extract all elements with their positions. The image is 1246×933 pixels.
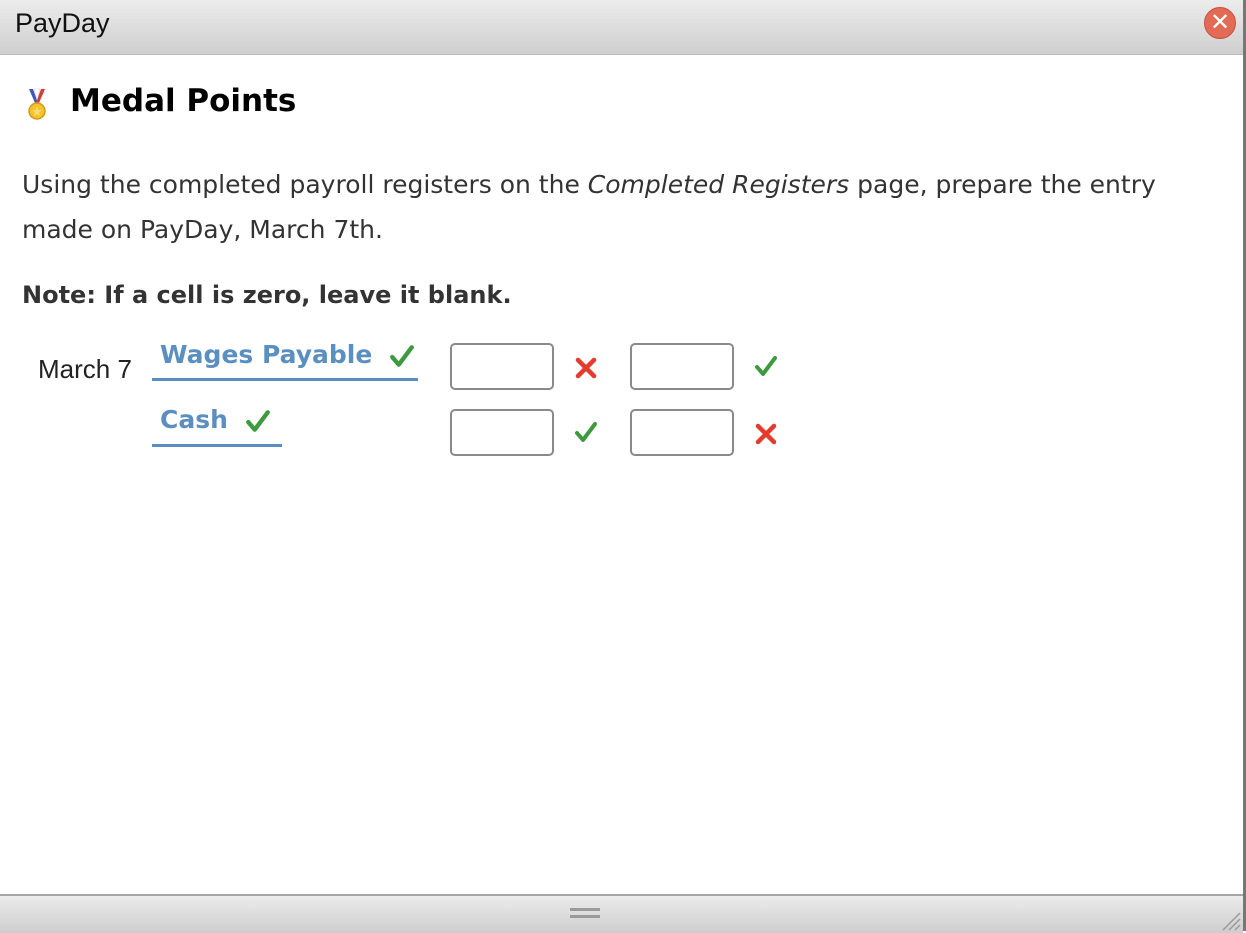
completed-registers-reference: Completed Registers [587,170,850,199]
account-label: Wages Payable [160,340,373,369]
debit-input-cash[interactable] [450,409,554,456]
correct-check-icon [245,410,270,432]
instructions-part: Using the completed payroll registers on… [22,170,588,199]
debit-input-wages-payable[interactable] [450,343,554,390]
incorrect-x-icon [575,357,597,379]
correct-check-icon [575,422,597,442]
account-label: Cash [160,405,228,434]
close-x-icon: ✕ [1209,9,1231,36]
note-text: Note: If a cell is zero, leave it blank. [22,281,512,309]
window-title: PayDay [15,8,110,38]
resize-handle-icon[interactable] [1215,905,1241,931]
account-select-wages-payable[interactable]: Wages Payable [152,340,418,381]
correct-check-icon [390,345,414,367]
close-button[interactable]: ✕ [1204,7,1236,39]
credit-input-wages-payable[interactable] [630,343,734,390]
credit-input-cash[interactable] [630,409,734,456]
drag-grip-icon[interactable] [570,908,600,918]
incorrect-x-icon [755,423,777,445]
window-titlebar: PayDay ✕ [0,0,1246,55]
window-footer [0,894,1243,933]
correct-check-icon [755,356,777,376]
instructions-text: Using the completed payroll registers on… [22,162,1232,252]
entry-date: March 7 [38,354,132,384]
page-heading: Medal Points [70,83,297,119]
medal-icon [28,88,46,120]
account-select-cash[interactable]: Cash [152,405,282,447]
